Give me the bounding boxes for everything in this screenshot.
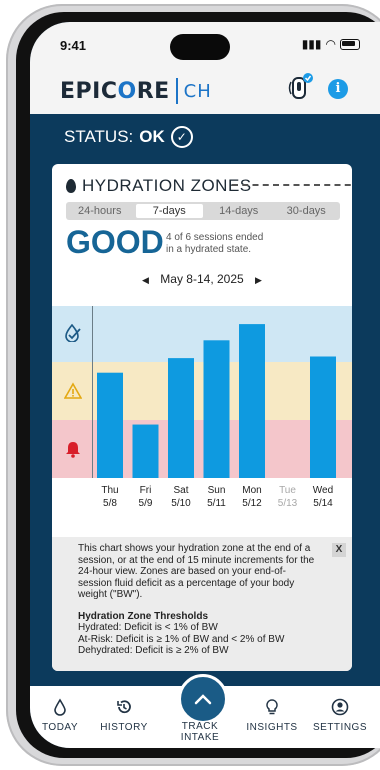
status-value: OK [139,127,165,146]
sensor-device-icon[interactable] [288,72,314,104]
status-label: STATUS: [64,127,134,146]
nav-history[interactable]: HISTORY [94,698,154,733]
dashed-divider [232,184,352,186]
status-icons: ▮▮▮ ◠ [302,37,360,51]
water-drop-icon [66,179,76,193]
nav-settings[interactable]: SETTINGS [310,698,370,733]
threshold-dehydrated: Dehydrated: Deficit is ≥ 2% of BW [78,645,229,656]
x-tick-day: Mon [242,485,261,496]
prev-range-button[interactable]: ◀ [142,275,149,285]
tab-7-days[interactable]: 7-days [135,204,203,218]
x-tick-day: Fri [140,485,152,496]
x-tick-date: 5/8 [103,498,117,509]
bar-fri[interactable] [132,424,159,478]
chart-bars: Thu 5/8 Fri 5/9 Sat 5/10 Sun 5/11 Mon 5/12 Tue 5/13… [97,324,336,509]
chart-description: This chart shows your hydration zone at … [78,543,315,600]
bar-mon[interactable] [239,324,265,478]
brand-separator [175,78,178,104]
bar-sat[interactable] [168,358,194,478]
summary-description: 4 of 6 sessions ended in a hydrated stat… [166,232,264,255]
threshold-at-risk: At-Risk: Deficit is ≥ 1% of BW and < 2% … [78,633,285,645]
tab-24-hours[interactable]: 24-hours [66,202,134,220]
x-tick-day: Wed [313,485,333,496]
check-icon: ✓ [170,126,193,148]
next-range-button[interactable]: ▶ [255,275,262,285]
brand-suffix: CH [183,80,212,102]
x-tick-date: 5/12 [242,498,262,509]
tab-14-days[interactable]: 14-days [205,202,273,220]
bar-wed[interactable] [310,356,336,479]
tab-30-days[interactable]: 30-days [273,202,341,220]
card-title: HYDRATION ZONES [66,176,252,196]
water-drop-icon [54,698,66,716]
dynamic-island [170,34,230,60]
bar-sun[interactable] [203,340,230,478]
date-navigator: ◀ May 8-14, 2025 ▶ [52,272,352,286]
chevron-up-icon [194,694,212,705]
thresholds-title: Hydration Zone Thresholds [78,610,209,622]
track-intake-button[interactable] [178,674,228,724]
screen: 9:41 ▮▮▮ ◠ EPICORE CH i STATUS: OK ✓ HYD… [30,22,380,748]
nav-insights[interactable]: INSIGHTS [242,698,302,733]
hydration-card: HYDRATION ZONES 24-hours 7-days 14-days … [52,164,352,671]
status-row: STATUS: OK ✓ [64,126,193,148]
track-intake-label[interactable]: TRACK INTAKE [170,721,230,743]
info-text: This chart shows your hydration zone at … [78,543,318,657]
signal-icon: ▮▮▮ [301,37,322,51]
user-circle-icon [331,698,349,716]
close-info-button[interactable]: X [332,543,346,557]
threshold-hydrated: Hydrated: Deficit is < 1% of BW [78,622,218,633]
x-tick-date: 5/10 [171,498,191,509]
x-tick-day: Tue [279,485,296,496]
info-panel: X This chart shows your hydration zone a… [52,537,352,671]
time-range-tabs: 24-hours 7-days 14-days 30-days [66,202,340,220]
wifi-icon: ◠ [325,37,336,51]
x-tick-day: Sat [173,485,188,496]
x-tick-date: 5/14 [313,498,333,509]
battery-icon [340,38,360,50]
x-tick-date: 5/13 [278,498,298,509]
lightbulb-icon [266,699,278,715]
summary-value: GOOD [66,224,164,260]
history-icon [117,700,131,714]
bar-thu[interactable] [97,372,123,478]
date-range: May 8-14, 2025 [160,272,244,286]
status-time: 9:41 [60,38,87,53]
x-tick-date: 5/9 [139,498,153,509]
x-tick-day: Sun [208,485,226,496]
x-tick-date: 5/11 [207,498,226,509]
brand-name: EPICORE [60,78,170,104]
hydration-chart: Thu 5/8 Fri 5/9 Sat 5/10 Sun 5/11 Mon 5/12 Tue 5/13… [52,306,352,536]
brand-logo: EPICORE CH [60,78,212,104]
x-tick-day: Thu [101,485,118,496]
info-button[interactable]: i [328,79,348,99]
nav-today[interactable]: TODAY [30,698,90,733]
